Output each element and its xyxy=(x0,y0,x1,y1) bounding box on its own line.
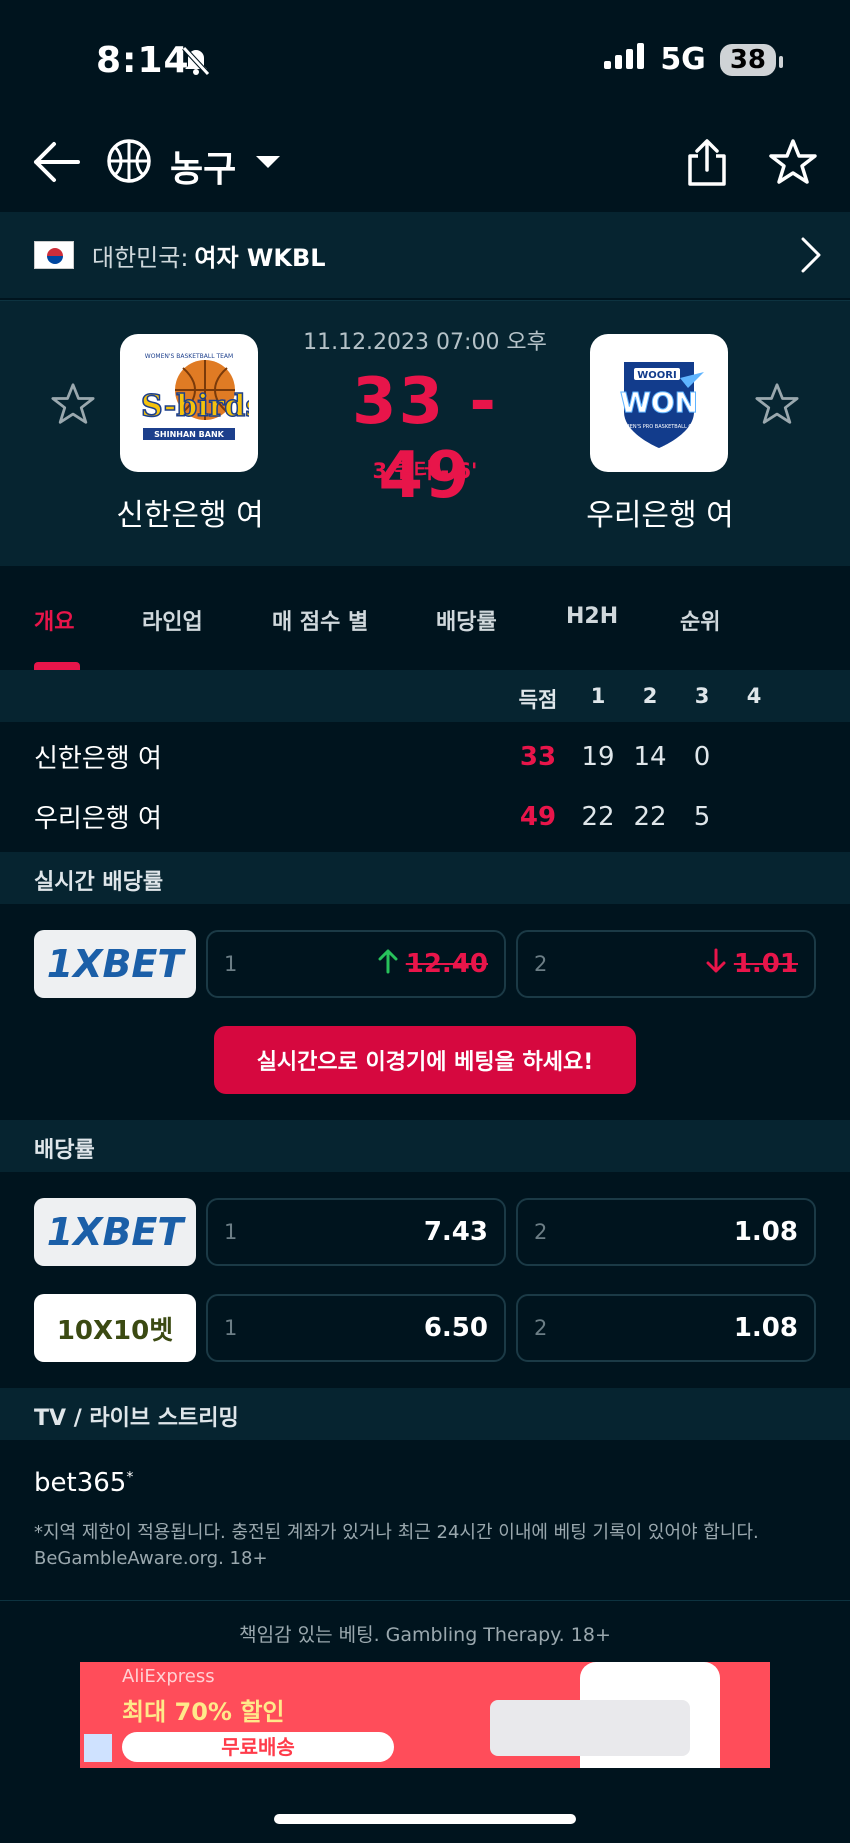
table-row-away-name: 우리은행 여 xyxy=(34,804,162,834)
table-row-home-name: 신한은행 여 xyxy=(34,744,162,774)
tv-disclaimer: *지역 제한이 적용됩니다. 충전된 계좌가 있거나 최근 24시간 이내에 베… xyxy=(34,1522,759,1569)
odd-value: 1.08 xyxy=(733,1217,798,1247)
ad-banner[interactable]: AliExpress 최대 70% 할인 무료배송 xyxy=(80,1662,770,1768)
basketball-icon[interactable] xyxy=(106,138,152,188)
odd-row2-1[interactable]: 1 6.50 xyxy=(206,1294,506,1362)
odd-value: 1.01 xyxy=(733,949,798,979)
share-icon[interactable] xyxy=(684,138,730,192)
live-odd-1[interactable]: 1 12.40 xyxy=(206,930,506,998)
ad-button[interactable]: 무료배송 xyxy=(122,1732,394,1762)
tv-provider[interactable]: bet365* xyxy=(34,1468,133,1498)
match-datetime: 11.12.2023 07:00 오후 xyxy=(303,330,547,355)
odds-header: 배당률 xyxy=(0,1120,850,1172)
odd-index: 1 xyxy=(224,1316,238,1340)
odd-row1-2[interactable]: 2 1.08 xyxy=(516,1198,816,1266)
svg-text:WOMEN'S PRO BASKETBALL CLUB: WOMEN'S PRO BASKETBALL CLUB xyxy=(617,424,702,430)
col-total: 득점 xyxy=(518,688,558,712)
tab-h2h[interactable]: H2H xyxy=(566,604,618,629)
home-indicator xyxy=(274,1814,576,1824)
col-q3: 3 xyxy=(694,684,710,708)
scoreboard-header: 득점 1 2 3 4 xyxy=(0,670,850,722)
league-bar[interactable]: 대한민국: 여자 WKBL xyxy=(0,212,850,298)
match-status: 3 쿼터 - 6' xyxy=(372,459,478,483)
away-q1: 22 xyxy=(581,802,615,832)
away-favorite-star-icon[interactable] xyxy=(754,382,800,430)
bookie-1xbet-logo[interactable]: 1XBET xyxy=(34,930,196,998)
bookie-1xbet-logo[interactable]: 1XBET xyxy=(34,1198,196,1266)
col-q2: 2 xyxy=(642,684,658,708)
away-team-logo[interactable]: WOORI WON WOMEN'S PRO BASKETBALL CLUB xyxy=(590,334,728,472)
tab-overview[interactable]: 개요 xyxy=(34,604,74,636)
korea-flag-icon xyxy=(34,241,74,269)
tab-bar: 개요 라인업 매 점수 별 배당률 H2H 순위 xyxy=(0,566,850,670)
back-button[interactable] xyxy=(32,140,80,188)
svg-text:WOORI: WOORI xyxy=(637,370,676,381)
chevron-right-icon[interactable] xyxy=(800,236,822,278)
odd-index: 1 xyxy=(224,1220,238,1244)
divider xyxy=(0,1600,850,1601)
league-name: 여자 WKBL xyxy=(194,243,326,272)
ad-headline: 최대 70% 할인 xyxy=(122,1698,285,1726)
odd-index: 1 xyxy=(224,952,238,976)
tab-by-score[interactable]: 매 점수 별 xyxy=(272,604,368,636)
bookie-1xbet-label: 1XBET xyxy=(46,942,184,986)
svg-text:WON: WON xyxy=(620,386,698,419)
league-country: 대한민국: xyxy=(92,243,189,272)
col-q4: 4 xyxy=(746,684,762,708)
chevron-down-icon[interactable] xyxy=(254,154,282,174)
ad-brand: AliExpress xyxy=(122,1666,215,1687)
signal-icon xyxy=(604,42,646,77)
home-total: 33 xyxy=(519,742,557,772)
live-odds-header: 실시간 배당률 xyxy=(0,852,850,904)
odd-value: 12.40 xyxy=(405,949,488,979)
favorite-star-icon[interactable] xyxy=(768,138,818,190)
bookie-label: 10X10벳 xyxy=(56,1315,174,1346)
responsible-gambling-text[interactable]: 책임감 있는 베팅. Gambling Therapy. 18+ xyxy=(0,1620,850,1647)
active-tab-indicator xyxy=(34,662,80,670)
tv-header: TV / 라이브 스트리밍 xyxy=(0,1388,850,1440)
away-total: 49 xyxy=(519,802,557,832)
bookie-label: 1XBET xyxy=(46,1210,184,1254)
home-team-name[interactable]: 신한은행 여 xyxy=(70,490,310,534)
odd-index: 2 xyxy=(534,1316,548,1340)
live-odd-2[interactable]: 2 1.01 xyxy=(516,930,816,998)
tab-lineup[interactable]: 라인업 xyxy=(142,604,203,636)
odd-value: 7.43 xyxy=(423,1217,488,1247)
ad-product-image xyxy=(490,1700,690,1756)
home-favorite-star-icon[interactable] xyxy=(50,382,96,430)
odd-value: 1.08 xyxy=(733,1313,798,1343)
home-logo-wordmark: S-birds xyxy=(141,389,249,424)
svg-text:SHINHAN BANK: SHINHAN BANK xyxy=(154,430,224,439)
away-q2: 22 xyxy=(633,802,667,832)
tab-standings[interactable]: 순위 xyxy=(680,604,720,636)
battery-icon: 38 xyxy=(719,43,784,76)
bookie-10x10-logo[interactable]: 10X10벳 xyxy=(34,1294,196,1362)
network-label: 5G xyxy=(660,42,706,77)
match-score: 33 - 49 xyxy=(352,365,498,513)
arrow-up-icon xyxy=(378,948,398,981)
ad-choices-icon[interactable] xyxy=(84,1734,112,1762)
col-q1: 1 xyxy=(590,684,606,708)
odd-index: 2 xyxy=(534,952,548,976)
sport-selector[interactable]: 농구 xyxy=(170,140,236,192)
status-time: 8:14 xyxy=(96,40,190,81)
odd-row1-1[interactable]: 1 7.43 xyxy=(206,1198,506,1266)
home-team-logo[interactable]: S-birds SHINHAN BANK WOMEN'S BASKETBALL … xyxy=(120,334,258,472)
odd-row2-2[interactable]: 2 1.08 xyxy=(516,1294,816,1362)
home-q1: 19 xyxy=(581,742,615,772)
home-q2: 14 xyxy=(633,742,667,772)
silent-bell-icon xyxy=(180,44,212,80)
live-bet-cta-button[interactable]: 실시간으로 이경기에 베팅을 하세요! xyxy=(214,1026,636,1094)
away-q3: 5 xyxy=(693,802,711,832)
arrow-down-icon xyxy=(706,948,726,981)
tab-odds[interactable]: 배당률 xyxy=(436,604,497,636)
odd-index: 2 xyxy=(534,1220,548,1244)
home-q3: 0 xyxy=(693,742,711,772)
svg-text:WOMEN'S BASKETBALL TEAM: WOMEN'S BASKETBALL TEAM xyxy=(145,353,233,360)
odd-value: 6.50 xyxy=(423,1313,488,1343)
away-team-name[interactable]: 우리은행 여 xyxy=(540,490,780,534)
scoreboard-body: 신한은행 여 33 19 14 0 우리은행 여 49 22 22 5 xyxy=(0,722,850,852)
status-indicators: 5G 38 xyxy=(604,42,784,77)
